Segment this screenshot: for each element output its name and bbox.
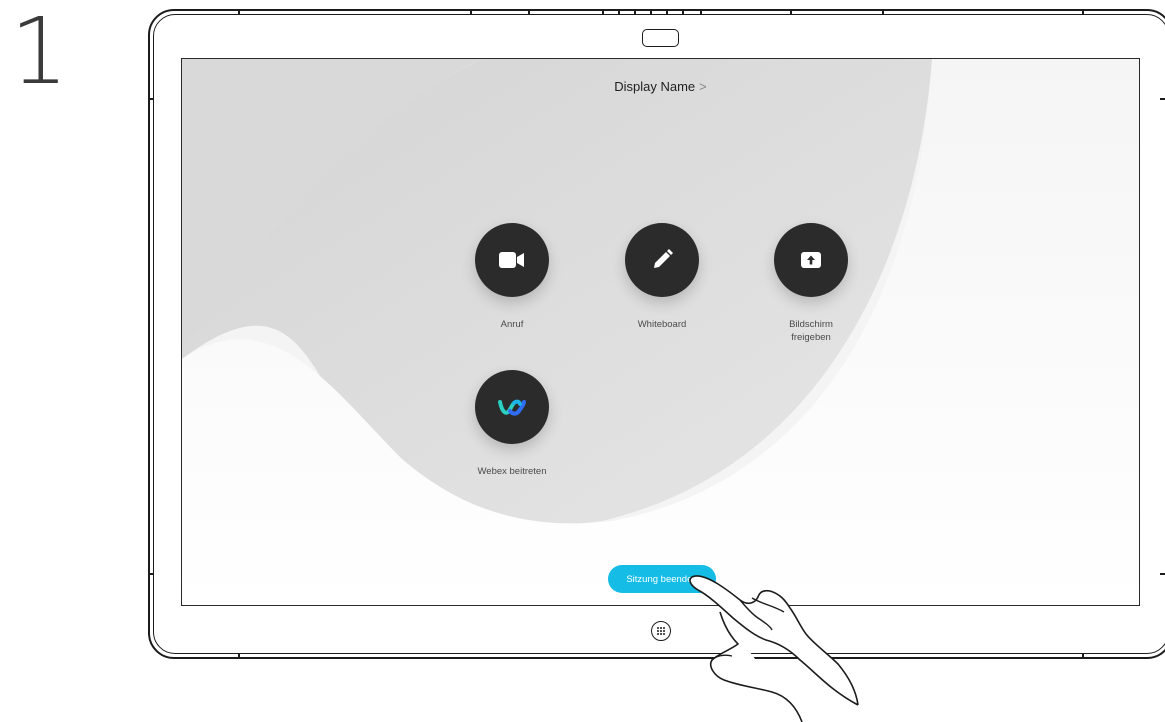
display-name-link[interactable]: Display Name > <box>182 79 1139 94</box>
frame-tick <box>682 9 684 14</box>
share-screen-tile[interactable]: Bildschirm freigeben <box>751 223 871 344</box>
frame-tick <box>650 9 652 14</box>
webex-logo-icon <box>498 399 526 416</box>
wallpaper <box>182 59 1139 605</box>
frame-tick <box>618 9 620 14</box>
display-name-label: Display Name <box>614 79 696 94</box>
touch-screen: Display Name > Anruf Whiteboard Bildschi… <box>181 58 1140 606</box>
whiteboard-tile[interactable]: Whiteboard <box>602 223 722 331</box>
grid-icon <box>657 627 665 635</box>
frame-tick <box>1082 9 1084 14</box>
whiteboard-button[interactable] <box>625 223 699 297</box>
frame-tick <box>148 98 153 100</box>
call-button[interactable] <box>475 223 549 297</box>
frame-tick <box>470 9 472 14</box>
share-screen-label: Bildschirm freigeben <box>789 319 833 343</box>
share-screen-icon <box>801 252 821 268</box>
pencil-icon <box>654 249 673 268</box>
frame-tick <box>602 9 604 14</box>
camera-icon <box>642 29 679 47</box>
frame-tick <box>790 9 792 14</box>
frame-tick <box>148 573 153 575</box>
end-session-button[interactable]: Sitzung beenden <box>608 565 716 593</box>
frame-tick <box>238 9 240 14</box>
home-button[interactable] <box>651 621 671 641</box>
video-camera-icon <box>499 252 524 268</box>
frame-tick <box>528 9 530 14</box>
step-number: 1 <box>10 0 69 105</box>
whiteboard-label: Whiteboard <box>637 319 687 330</box>
frame-tick <box>666 9 668 14</box>
call-tile[interactable]: Anruf <box>452 223 572 331</box>
frame-tick <box>882 9 884 14</box>
call-label: Anruf <box>500 319 524 330</box>
frame-tick <box>700 9 702 14</box>
frame-tick <box>1082 654 1084 659</box>
chevron-right-icon: > <box>699 79 707 94</box>
join-webex-tile[interactable]: Webex beitreten <box>452 370 572 478</box>
join-webex-button[interactable] <box>475 370 549 444</box>
frame-tick <box>634 9 636 14</box>
frame-tick <box>1160 98 1165 100</box>
frame-tick <box>238 654 240 659</box>
frame-tick <box>1160 573 1165 575</box>
share-screen-button[interactable] <box>774 223 848 297</box>
join-webex-label: Webex beitreten <box>477 466 547 477</box>
